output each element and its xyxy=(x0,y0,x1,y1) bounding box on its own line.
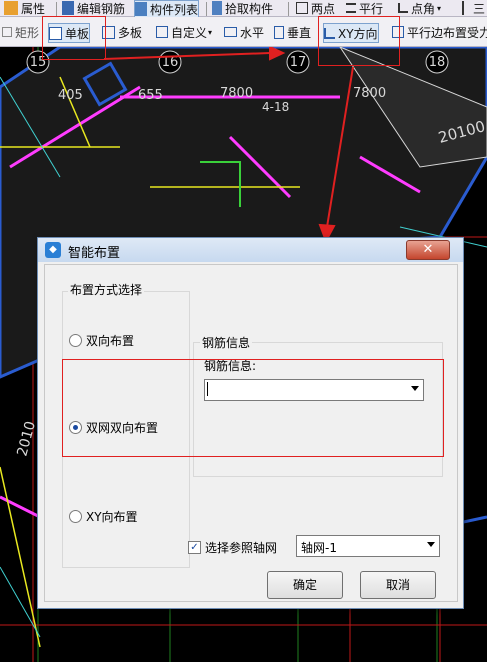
side-dimension-label: 2010 xyxy=(14,419,39,458)
properties-icon xyxy=(4,1,18,15)
point-angle-button[interactable]: 点角 ▾ xyxy=(398,0,441,16)
dimension-label: 405 xyxy=(58,88,83,103)
axis-label-17: 17 xyxy=(290,55,307,70)
dimension-label: 655 xyxy=(138,88,163,103)
vertical-icon xyxy=(274,25,284,39)
rebar-field-label: 钢筋信息: xyxy=(204,359,257,373)
parallel-edge-icon xyxy=(392,26,404,38)
axis-grid-select[interactable]: 轴网-1 xyxy=(296,535,440,557)
radio-icon xyxy=(69,334,82,347)
custom-button[interactable]: 自定义 ▾ xyxy=(156,23,212,41)
chevron-down-icon xyxy=(427,542,435,547)
option-double-net-bidirectional[interactable]: 双网双向布置 xyxy=(69,419,158,436)
chevron-down-icon xyxy=(411,386,419,391)
horizontal-icon xyxy=(224,27,237,37)
vertical-button[interactable]: 垂直 xyxy=(274,23,311,41)
pick-icon xyxy=(212,1,222,15)
option-bidirectional[interactable]: 双向布置 xyxy=(69,332,134,349)
edit-rebar-button[interactable]: 编辑钢筋 xyxy=(62,0,125,16)
list-icon xyxy=(135,2,147,16)
parallel-button[interactable]: 平行 xyxy=(346,0,383,16)
axis-label-18: 18 xyxy=(429,55,446,70)
xy-direction-button[interactable]: XY方向 xyxy=(323,23,379,43)
dialog-title: 智能布置 xyxy=(68,246,121,261)
custom-icon xyxy=(156,26,168,38)
layout-group-label: 布置方式选择 xyxy=(68,281,145,298)
dialog-body: 布置方式选择 双向布置 双网双向布置 XY向布置 钢筋信息 钢筋信息: ✓ 选择参… xyxy=(44,264,458,602)
main-toolbar: 属性 编辑钢筋 构件列表 拾取构件 两点 平行 点角 ▾ 三 xyxy=(0,0,487,18)
dimension-label: 7800 xyxy=(220,86,253,101)
pick-component-button[interactable]: 拾取构件 xyxy=(212,0,273,16)
horizontal-button[interactable]: 水平 xyxy=(224,23,264,41)
dimension-label: 4-18 xyxy=(262,100,289,114)
ok-button[interactable]: 确定 xyxy=(267,571,343,599)
three-point-button[interactable]: 三 xyxy=(462,0,485,16)
close-button[interactable]: ✕ xyxy=(406,240,450,260)
properties-button[interactable]: 属性 xyxy=(4,0,45,16)
cancel-button[interactable]: 取消 xyxy=(360,571,436,599)
text-cursor xyxy=(207,382,208,396)
rectangle-icon xyxy=(2,27,12,37)
checkbox-checked-icon: ✓ xyxy=(188,541,201,554)
axis-label-15: 15 xyxy=(30,55,47,70)
rectangle-button[interactable]: 矩形 xyxy=(2,23,39,41)
dimension-label: 7800 xyxy=(353,86,386,101)
single-slab-button[interactable]: 单板 xyxy=(48,23,91,43)
multi-slab-icon xyxy=(102,25,115,39)
smart-layout-dialog: ◆ 智能布置 ✕ 布置方式选择 双向布置 双网双向布置 XY向布置 钢筋信息 钢… xyxy=(37,237,464,609)
parallel-icon xyxy=(346,3,356,13)
three-point-icon xyxy=(462,1,470,15)
parallel-edge-button[interactable]: 平行边布置受力 xyxy=(392,23,487,41)
xy-direction-icon xyxy=(324,27,335,39)
two-point-button[interactable]: 两点 xyxy=(296,0,335,16)
radio-icon xyxy=(69,510,82,523)
option-xy-direction[interactable]: XY向布置 xyxy=(69,508,138,525)
two-point-icon xyxy=(296,2,308,14)
dropdown-arrow-icon: ▾ xyxy=(208,27,213,37)
point-angle-icon xyxy=(398,3,408,13)
reference-axis-checkbox[interactable]: ✓ 选择参照轴网 xyxy=(188,539,277,556)
dialog-titlebar[interactable]: ◆ 智能布置 ✕ xyxy=(38,238,463,262)
rebar-group-label: 钢筋信息 xyxy=(200,334,253,351)
edit-rebar-icon xyxy=(62,1,74,15)
single-slab-icon xyxy=(49,26,62,40)
app-icon: ◆ xyxy=(45,242,61,258)
multi-slab-button[interactable]: 多板 xyxy=(102,23,142,41)
dropdown-arrow-icon: ▾ xyxy=(437,3,442,13)
rebar-info-select[interactable] xyxy=(204,379,424,401)
draw-toolbar: 矩形 单板 多板 自定义 ▾ 水平 垂直 XY方向 平行边布置受力 xyxy=(0,17,487,47)
axis-grid-value: 轴网-1 xyxy=(301,541,337,555)
component-list-button[interactable]: 构件列表 xyxy=(134,0,200,18)
radio-selected-icon xyxy=(69,421,82,434)
